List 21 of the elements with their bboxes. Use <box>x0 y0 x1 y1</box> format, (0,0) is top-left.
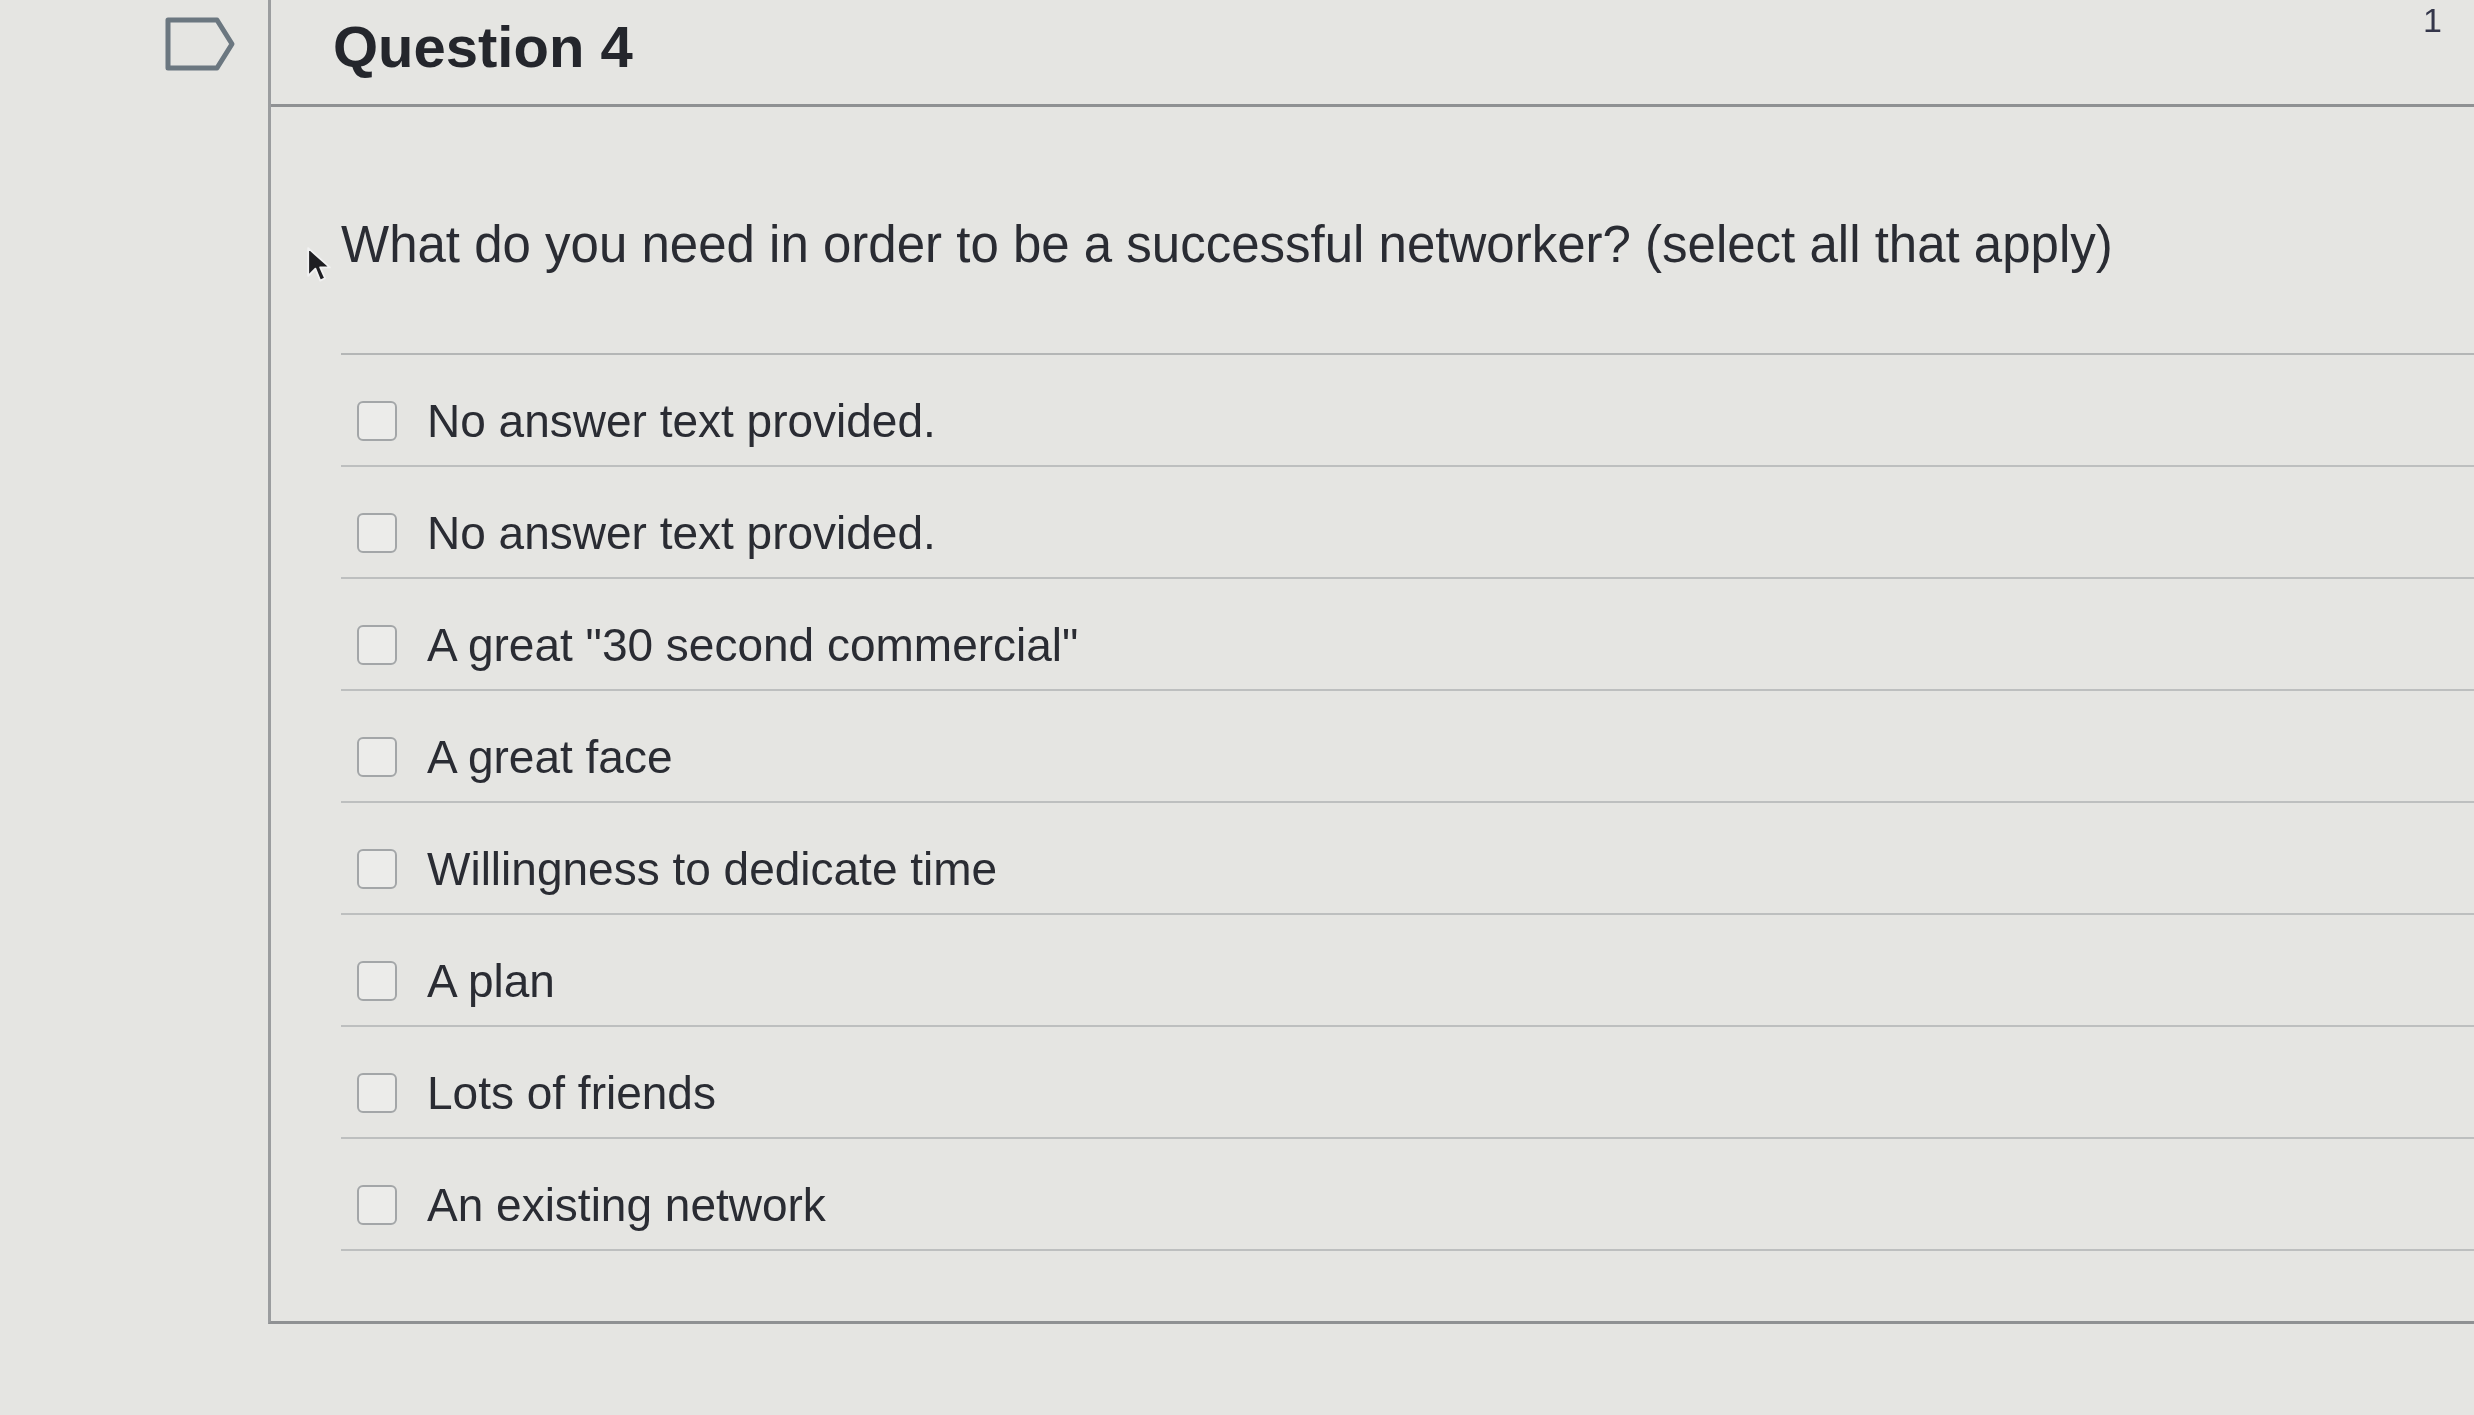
answer-label: Lots of friends <box>427 1066 716 1120</box>
mouse-pointer-icon <box>307 247 331 283</box>
checkbox[interactable] <box>357 513 397 553</box>
checkbox[interactable] <box>357 625 397 665</box>
checkbox[interactable] <box>357 961 397 1001</box>
checkbox[interactable] <box>357 1073 397 1113</box>
points-label: 1 <box>2423 2 2442 38</box>
answer-label: No answer text provided. <box>427 506 936 560</box>
checkbox[interactable] <box>357 401 397 441</box>
answer-label: A plan <box>427 954 555 1008</box>
answer-label: No answer text provided. <box>427 394 936 448</box>
checkbox[interactable] <box>357 737 397 777</box>
checkbox[interactable] <box>357 1185 397 1225</box>
question-title: Question 4 <box>333 14 633 80</box>
answer-label: Willingness to dedicate time <box>427 842 998 896</box>
answer-label: A great "30 second commercial" <box>427 618 1079 672</box>
question-text: What do you need in order to be a successful networker? (select all that apply) <box>341 215 2114 275</box>
flag-icon[interactable] <box>165 17 235 71</box>
checkbox[interactable] <box>357 849 397 889</box>
answer-label: A great face <box>427 730 673 784</box>
answer-label: An existing network <box>427 1178 826 1232</box>
